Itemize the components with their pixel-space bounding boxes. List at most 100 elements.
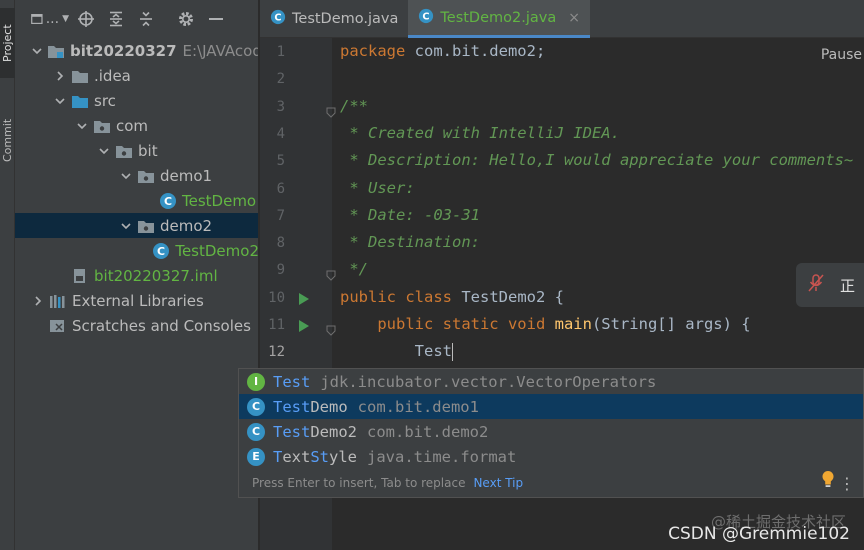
svg-text:C: C — [274, 13, 281, 24]
project-toolbar: ... ▼ — [15, 0, 258, 38]
completion-package: jdk.incubator.vector.VectorOperators — [320, 372, 657, 391]
code-line[interactable]: * Destination: — [340, 233, 480, 251]
completion-match-text: Test — [273, 372, 311, 391]
tree-item[interactable]: bit20220327.iml — [15, 263, 258, 288]
completion-item[interactable]: C Test Demo2 com.bit.demo2 — [239, 419, 863, 444]
arrow-spacer — [141, 244, 148, 258]
line-number: 2 — [276, 71, 285, 88]
pause-label[interactable]: Pause — [821, 47, 862, 63]
completion-hint: Press Enter to insert, Tab to replace — [252, 476, 466, 490]
tree-item[interactable]: C TestDemo2 — [15, 238, 259, 263]
doc-comment-token: * Created with IntelliJ IDEA. — [340, 123, 620, 142]
code-line[interactable]: * Created with IntelliJ IDEA. — [340, 124, 620, 142]
svg-text:C: C — [157, 245, 165, 258]
collapse-all-icon[interactable] — [133, 6, 159, 32]
completion-text: yle — [329, 447, 358, 466]
floating-widget[interactable]: 正 — [796, 263, 864, 307]
folder-icon — [71, 68, 89, 84]
completion-match-text: St — [310, 447, 330, 466]
lightbulb-icon[interactable] — [821, 470, 835, 492]
next-tip-link[interactable]: Next Tip — [473, 476, 523, 490]
scratches-icon — [49, 318, 67, 334]
hide-panel-icon[interactable] — [203, 6, 229, 32]
chevron-down-icon[interactable] — [119, 169, 133, 183]
completion-text: ext — [282, 447, 311, 466]
code-line[interactable]: Test — [340, 342, 454, 361]
text-caret — [451, 342, 454, 361]
code-line[interactable]: public class TestDemo2 { — [340, 288, 564, 306]
tree-item[interactable]: External Libraries — [15, 288, 258, 313]
chevron-down-icon[interactable] — [75, 119, 89, 133]
more-options-icon[interactable]: ⋮ — [839, 474, 855, 493]
line-number: 10 — [268, 289, 285, 306]
run-icon[interactable] — [299, 292, 309, 305]
chevron-down-icon[interactable] — [97, 144, 111, 158]
java-class-icon: C — [152, 242, 170, 259]
completion-footer: Press Enter to insert, Tab to replace Ne… — [239, 469, 863, 497]
commit-tool-tab[interactable]: Commit — [0, 105, 15, 175]
gear-icon[interactable] — [173, 6, 199, 32]
fold-marker-icon[interactable] — [326, 266, 336, 282]
chevron-down-icon[interactable] — [119, 219, 133, 233]
locate-icon[interactable] — [73, 6, 99, 32]
expand-all-icon[interactable] — [103, 6, 129, 32]
code-line[interactable]: * Date: -03-31 — [340, 206, 480, 224]
completion-match-text: T — [273, 447, 283, 466]
tree-item[interactable]: bit — [15, 138, 258, 163]
package-icon — [93, 118, 111, 134]
tree-item[interactable]: src — [15, 88, 258, 113]
tree-item-label: TestDemo2 — [175, 241, 259, 260]
tree-item[interactable]: bit20220327 E:\JAVAcode\g — [15, 38, 258, 63]
tree-item-label: bit20220327 — [70, 41, 177, 60]
fold-marker-icon[interactable] — [326, 321, 336, 336]
source-folder-icon — [71, 93, 89, 109]
code-line[interactable]: * Description: Hello,I would appreciate … — [340, 151, 853, 169]
tree-item-label: bit — [138, 141, 158, 160]
code-line[interactable]: * User: — [340, 179, 414, 197]
libraries-icon — [49, 293, 67, 309]
tree-item-label: .idea — [94, 66, 131, 85]
completion-item[interactable]: C Test Demo com.bit.demo1 — [239, 394, 863, 419]
tree-item-label: com — [116, 116, 149, 135]
tree-item-label: External Libraries — [72, 291, 204, 310]
code-line[interactable]: */ — [340, 260, 368, 278]
project-view-dropdown[interactable]: ... — [46, 11, 59, 27]
line-number: 7 — [276, 207, 285, 224]
chevron-right-icon[interactable] — [31, 294, 45, 308]
java-class-icon: C — [270, 9, 286, 29]
code-token: Test — [340, 342, 452, 361]
tree-item[interactable]: .idea — [15, 63, 258, 88]
chevron-down-icon[interactable] — [31, 44, 43, 58]
line-number: 6 — [276, 180, 285, 197]
tree-item-label: src — [94, 91, 116, 110]
code-line[interactable]: public static void main(String[] args) { — [340, 315, 751, 333]
line-number: 5 — [276, 153, 285, 170]
completion-kind-letter: C — [251, 400, 261, 413]
code-line[interactable]: package com.bit.demo2; — [340, 42, 545, 60]
tree-item[interactable]: demo1 — [15, 163, 258, 188]
arrow-spacer — [31, 319, 45, 333]
completion-text: Demo2 — [310, 422, 357, 441]
chevron-right-icon[interactable] — [53, 69, 67, 83]
tab-file[interactable]: C TestDemo.java — [260, 0, 408, 38]
tree-item[interactable]: demo2 — [15, 213, 258, 238]
run-icon[interactable] — [299, 320, 309, 332]
line-number: 4 — [276, 125, 285, 142]
completion-item[interactable]: E Text St yle java.time.format — [239, 444, 863, 469]
completion-item[interactable]: I Test jdk.incubator.vector.VectorOperator… — [239, 369, 863, 394]
tree-item[interactable]: com — [15, 113, 258, 138]
fold-marker-icon[interactable] — [326, 103, 336, 118]
tree-item[interactable]: Scratches and Consoles — [15, 313, 258, 338]
project-view-icon[interactable]: ... ▼ — [31, 6, 69, 32]
line-number: 1 — [276, 44, 285, 60]
project-tool-tab[interactable]: Project — [0, 8, 15, 78]
tree-item-label: bit20220327.iml — [94, 266, 218, 285]
tree-item-label: TestDemo — [182, 191, 257, 210]
tab-active-file[interactable]: C TestDemo2.java × — [408, 0, 590, 38]
code-line[interactable]: /** — [340, 97, 368, 115]
chevron-down-icon[interactable] — [53, 94, 67, 108]
code-token: (String[] args) { — [591, 315, 751, 333]
close-icon[interactable]: × — [568, 10, 580, 26]
mic-muted-icon[interactable] — [808, 274, 824, 296]
tree-item[interactable]: C TestDemo — [15, 188, 258, 213]
